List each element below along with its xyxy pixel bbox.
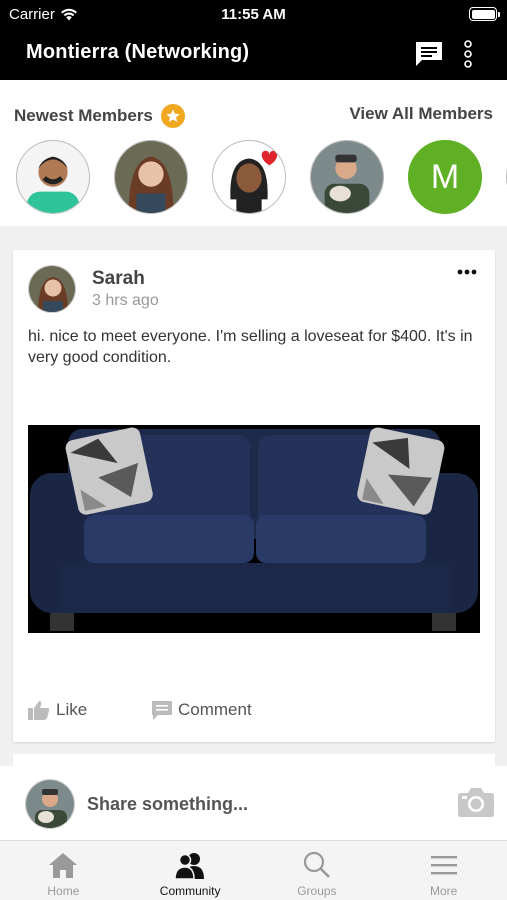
vertical-dots-icon[interactable] [458,38,478,72]
member-avatar-letter[interactable]: M [408,140,482,214]
clock: 11:55 AM [221,6,286,23]
tab-more[interactable]: More [380,841,507,900]
share-prompt[interactable]: Share something... [87,794,248,815]
loveseat-image [28,425,480,633]
post-actions: Like Comment [28,698,480,722]
post-card: Sarah 3 hrs ago hi. nice to meet everyon… [13,250,495,742]
camera-icon[interactable] [457,786,495,818]
menu-icon [430,856,457,875]
tab-groups-label: Groups [297,884,337,898]
post-image[interactable] [28,425,480,633]
battery-icon [469,7,500,21]
member-avatar-list: M [0,140,507,216]
tab-home[interactable]: Home [0,841,127,900]
comment-button[interactable]: Comment [152,698,252,722]
chat-icon[interactable] [414,39,444,69]
member-avatar[interactable] [310,140,384,214]
post-timestamp: 3 hrs ago [92,292,159,309]
community-icon [174,853,205,880]
share-composer[interactable]: Share something... [0,766,507,840]
newest-members-title: Newest Members [14,106,153,125]
post-author-name[interactable]: Sarah [92,268,145,290]
tab-community-label: Community [159,884,221,898]
member-avatar[interactable] [114,140,188,214]
tab-groups[interactable]: Groups [254,841,381,900]
app-header: Montierra (Networking) [0,30,507,80]
post-text: hi. nice to meet everyone. I'm selling a… [28,328,473,366]
bottom-tab-bar: Home Community Groups More [0,840,507,900]
tab-community[interactable]: Community [127,841,254,900]
more-options-icon[interactable] [457,267,477,277]
post-author-avatar[interactable] [28,265,76,313]
status-bar: Carrier 11:55 AM [0,0,507,30]
comment-label: Comment [178,700,252,719]
tab-home-label: Home [47,884,80,898]
search-icon [303,851,330,878]
member-avatar[interactable] [16,140,90,214]
page-title: Montierra (Networking) [26,41,250,63]
home-icon [49,853,78,878]
current-user-avatar [25,779,75,829]
comment-icon [152,700,172,720]
like-label: Like [56,700,88,719]
like-button[interactable]: Like [28,698,152,722]
star-icon [160,104,185,128]
tab-more-label: More [429,884,458,898]
member-avatar[interactable] [212,140,286,214]
view-all-members-link[interactable]: View All Members [349,104,493,124]
newest-members-heading: Newest Members [14,104,185,128]
thumbs-up-icon [28,701,50,720]
newest-members-section: Newest Members View All Members M [0,80,507,226]
